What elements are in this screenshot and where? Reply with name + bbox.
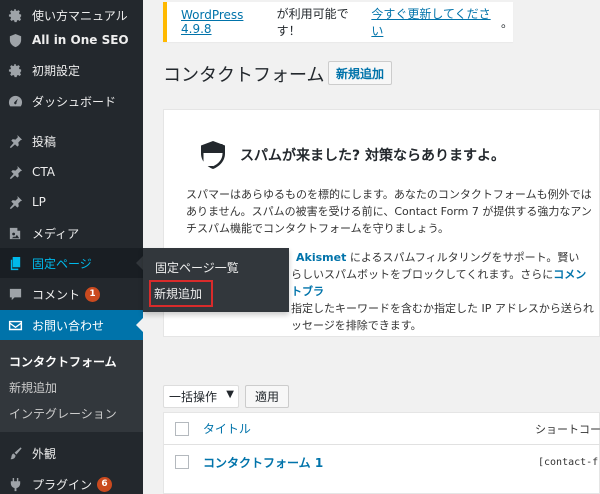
sidebar-item-label: All in One SEO (32, 33, 129, 47)
table-row: コンタクトフォーム 1 [contact-f (164, 446, 600, 478)
submenu-integration[interactable]: インテグレーション (0, 400, 143, 426)
sidebar-item-plugins[interactable]: プラグイン 6 (0, 469, 143, 494)
submenu-contact-forms[interactable]: コンタクトフォーム (0, 348, 143, 374)
sidebar-item-label: LP (32, 195, 46, 209)
version-link[interactable]: WordPress 4.9.8 (181, 8, 277, 36)
pin-icon (7, 133, 23, 149)
plugin-update-badge: 6 (97, 476, 113, 492)
sidebar-item-all-in-one-seo[interactable]: All in One SEO (0, 25, 143, 55)
notice-end: 。 (500, 15, 513, 30)
sidebar-item-media[interactable]: メディア (0, 218, 143, 248)
sidebar-item-pages[interactable]: 固定ページ (0, 248, 143, 278)
column-shortcode-header: ショートコー (535, 422, 600, 436)
spam-p2-line3: 指定したキーワードを含むか指定した IP アドレスから送られ (291, 302, 594, 315)
column-title-header[interactable]: タイトル (203, 420, 535, 437)
sidebar-item-label: お問い合わせ (32, 318, 105, 333)
sidebar-item-label: 外観 (32, 446, 57, 461)
form-shortcode: [contact-f (538, 456, 599, 468)
gear-icon (7, 7, 23, 23)
plugin-icon (7, 476, 23, 492)
sidebar-item-contact[interactable]: お問い合わせ (0, 310, 143, 340)
bulk-action-select[interactable]: 一括操作 ▼ (163, 385, 239, 408)
comment-count-badge: 1 (85, 286, 101, 302)
sidebar-item-label: ダッシュボード (32, 94, 117, 109)
row-checkbox[interactable] (175, 455, 189, 469)
form-title-link[interactable]: コンタクトフォーム 1 (203, 454, 538, 471)
pin-icon (7, 194, 23, 210)
sidebar-item-cta[interactable]: CTA (0, 157, 143, 187)
apply-button[interactable]: 適用 (245, 385, 290, 408)
admin-sidebar: 使い方マニュアル All in One SEO 初期設定 ダッシュボード 投稿 … (0, 0, 143, 494)
contact-submenu: コンタクトフォーム 新規追加 インテグレーション (0, 340, 143, 432)
brush-icon (7, 445, 23, 461)
sidebar-item-initial-settings[interactable]: 初期設定 (0, 55, 143, 85)
sidebar-item-label: 固定ページ (32, 256, 92, 271)
bulk-action-value: 一括操作 (169, 390, 218, 404)
akismet-link[interactable]: Akismet (296, 251, 346, 264)
sidebar-item-appearance[interactable]: 外観 (0, 438, 143, 468)
gear-icon (7, 62, 23, 78)
notice-text: が利用可能です！ (276, 7, 349, 38)
sidebar-item-label: プラグイン (32, 477, 93, 492)
page-title: コンタクトフォーム (163, 65, 325, 86)
dashboard-icon (7, 93, 23, 109)
spam-notice-header: スパムが来ました? 対策ならありますよ。 (200, 140, 505, 170)
current-pointer (136, 318, 143, 332)
spam-p2-line2: らしいスパムボットをブロックしてくれます。さらに (291, 268, 554, 281)
pages-icon (7, 255, 23, 271)
update-notice: WordPress 4.9.8 が利用可能です！ 今すぐ更新してください 。 (163, 2, 513, 42)
sidebar-item-comments[interactable]: コメント 1 (0, 279, 143, 309)
flyout-add-new[interactable]: 新規追加 (143, 279, 289, 307)
pin-icon (7, 164, 23, 180)
pages-flyout-menu: 固定ページ一覧 新規追加 (143, 248, 289, 312)
sidebar-item-label: メディア (32, 226, 80, 241)
sidebar-item-label: コメント (32, 287, 81, 302)
sidebar-item-label: 投稿 (32, 134, 57, 149)
shield-icon (201, 141, 225, 169)
select-all-checkbox[interactable] (175, 421, 189, 436)
spam-p2-line1: によるスパムフィルタリングをサポート。賢い (346, 251, 580, 264)
flyout-pointer (136, 256, 143, 270)
sidebar-item-label: 初期設定 (32, 63, 81, 78)
table-header-row: タイトル ショートコー (164, 413, 600, 445)
spam-notice-heading: スパムが来ました? 対策ならありますよ。 (240, 148, 505, 164)
chevron-down-icon: ▼ (226, 389, 234, 400)
sidebar-item-label: CTA (32, 165, 55, 179)
flyout-all-pages[interactable]: 固定ページ一覧 (143, 254, 289, 280)
sidebar-item-lp[interactable]: LP (0, 187, 143, 217)
shield-icon (7, 32, 23, 48)
update-now-link[interactable]: 今すぐ更新してください (371, 5, 501, 39)
sidebar-item-label: 使い方マニュアル (32, 8, 128, 23)
sidebar-item-posts[interactable]: 投稿 (0, 126, 143, 156)
sidebar-item-dashboard[interactable]: ダッシュボード (0, 86, 143, 116)
spam-paragraph-1: スパマーはあらゆるものを標的にします。あなたのコンタクトフォームも例外ではありま… (186, 188, 592, 235)
flyout-add-new-label: 新規追加 (149, 279, 214, 307)
spam-p2-line4: ッセージを排除できます。 (291, 319, 422, 332)
add-new-button[interactable]: 新規追加 (328, 61, 393, 85)
forms-table: タイトル ショートコー コンタクトフォーム 1 [contact-f (163, 412, 600, 494)
comment-icon (7, 286, 23, 302)
mail-icon (7, 317, 23, 333)
submenu-add-new[interactable]: 新規追加 (0, 374, 143, 400)
media-icon (7, 225, 23, 241)
